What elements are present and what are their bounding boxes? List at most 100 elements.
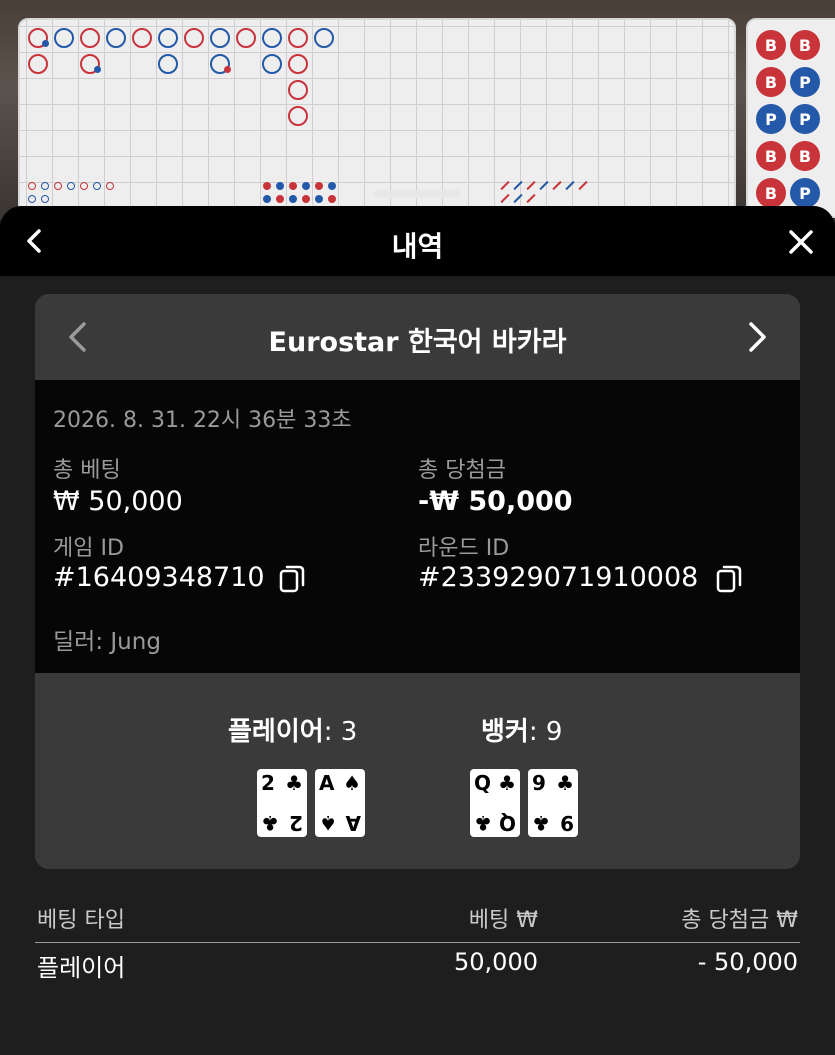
player-road-mark — [210, 28, 230, 48]
player-score: : 3 — [323, 717, 358, 747]
game-id-value: #16409348710 — [53, 562, 265, 593]
column-header-total-win: 총 당첨금 ₩ — [681, 908, 798, 933]
total-win-value: -₩ 50,000 — [418, 486, 573, 517]
club-icon: ♣ — [498, 771, 516, 795]
small-road-mark — [289, 182, 297, 190]
copy-round-id-icon[interactable] — [716, 564, 742, 594]
big-eye-road-mark — [41, 182, 49, 190]
spade-icon: ♠ — [319, 811, 337, 835]
banker-card-2: 9 ♣ 9 ♣ — [528, 769, 578, 837]
column-header-bet-amount: 베팅 ₩ — [468, 908, 538, 933]
banker-road-mark — [288, 54, 308, 74]
cockroach-road-mark — [539, 180, 549, 191]
cockroach-road-mark — [513, 180, 523, 191]
banker-score: : 9 — [528, 717, 563, 747]
banker-road-mark — [28, 54, 48, 74]
card-rank: 2 — [289, 811, 303, 835]
cockroach-road-mark — [578, 180, 588, 191]
copy-game-id-icon[interactable] — [279, 564, 305, 594]
small-road-mark — [302, 182, 310, 190]
club-icon: ♣ — [532, 811, 550, 835]
banker-road-mark — [132, 28, 152, 48]
card-bottom: 9 ♣ — [528, 803, 578, 837]
player-label: 플레이어 — [228, 717, 324, 747]
card-rank: Q — [498, 811, 516, 835]
sheet-header: 내역 — [0, 206, 835, 276]
hands-result: 플레이어: 3 뱅커: 9 2 ♣ 2 ♣ A ♠ A ♠ Q ♣ Q ♣ 9 … — [35, 673, 800, 869]
banker-road-mark — [288, 80, 308, 100]
banker-bead: B — [790, 141, 820, 171]
banker-card-1: Q ♣ Q ♣ — [470, 769, 520, 837]
big-eye-road-mark — [106, 182, 114, 190]
banker-road-mark — [288, 106, 308, 126]
player-card-2: A ♠ A ♠ — [315, 769, 365, 837]
column-header-bet-type: 베팅 타입 — [37, 908, 125, 933]
cockroach-road-mark — [513, 193, 523, 204]
club-icon: ♣ — [261, 811, 279, 835]
table-divider — [35, 942, 800, 943]
dealer-name: 딜러: Jung — [53, 629, 161, 655]
card-bottom: Q ♣ — [470, 803, 520, 837]
round-info: 2026. 8. 31. 22시 36분 33초 총 베팅 ₩ 50,000 총… — [35, 380, 800, 673]
player-bead: P — [790, 104, 820, 134]
big-eye-road-mark — [80, 182, 88, 190]
banker-hand-label: 뱅커: 9 — [481, 711, 562, 748]
card-bottom: 2 ♣ — [257, 803, 307, 837]
big-eye-road-mark — [67, 182, 75, 190]
banker-bead: B — [756, 67, 786, 97]
card-rank: 2 — [261, 771, 275, 795]
small-road-mark — [328, 182, 336, 190]
round-id-label: 라운드 ID — [418, 536, 510, 561]
close-icon[interactable] — [787, 228, 815, 256]
next-round-icon[interactable] — [744, 321, 770, 353]
player-road-mark — [262, 28, 282, 48]
round-timestamp: 2026. 8. 31. 22시 36분 33초 — [53, 408, 352, 433]
big-eye-road-mark — [93, 182, 101, 190]
small-road-mark — [276, 182, 284, 190]
player-road-mark — [106, 28, 126, 48]
bead-plate-scoreboard: BBBPPPBBBP — [746, 18, 835, 218]
player-bead: P — [790, 178, 820, 208]
cockroach-road-mark — [526, 180, 536, 191]
card-rank: Q — [474, 771, 492, 795]
banker-road-mark — [184, 28, 204, 48]
club-icon: ♣ — [474, 811, 492, 835]
pair-dot — [42, 40, 49, 47]
banker-road-mark — [80, 28, 100, 48]
card-rank: 9 — [532, 771, 546, 795]
cockroach-road-mark — [565, 180, 575, 191]
total-win-label: 총 당첨금 — [418, 458, 506, 483]
banker-label: 뱅커 — [481, 717, 529, 747]
game-id-label: 게임 ID — [53, 536, 124, 561]
banker-bead: B — [756, 141, 786, 171]
player-card-1: 2 ♣ 2 ♣ — [257, 769, 307, 837]
banker-bead: B — [756, 178, 786, 208]
small-road-mark — [263, 195, 271, 203]
big-eye-road-mark — [28, 195, 36, 203]
page-title: 내역 — [391, 230, 444, 263]
banker-bead: B — [756, 30, 786, 60]
small-road-mark — [315, 195, 323, 203]
small-road-mark — [328, 195, 336, 203]
club-icon: ♣ — [285, 771, 303, 795]
small-road-mark — [263, 182, 271, 190]
player-road-mark — [158, 28, 178, 48]
big-eye-road-mark — [54, 182, 62, 190]
cockroach-road-mark — [552, 180, 562, 191]
table-cell-bet-type: 플레이어 — [37, 954, 126, 982]
player-road-mark — [158, 54, 178, 74]
pair-dot — [224, 66, 231, 73]
sheet-drag-handle[interactable] — [373, 190, 461, 198]
spade-icon: ♠ — [343, 771, 361, 795]
card-rank: A — [319, 771, 335, 795]
card-rank: A — [345, 811, 361, 835]
small-road-mark — [289, 195, 297, 203]
player-bead: P — [756, 104, 786, 134]
pair-dot — [94, 66, 101, 73]
card-rank: 9 — [560, 811, 574, 835]
player-hand-label: 플레이어: 3 — [228, 711, 357, 748]
round-id-value: #233929071910008 — [418, 562, 699, 593]
table-cell-total-win: - 50,000 — [697, 948, 798, 976]
round-nav: Eurostar 한국어 바카라 — [35, 294, 800, 380]
total-bet-value: ₩ 50,000 — [53, 486, 183, 517]
